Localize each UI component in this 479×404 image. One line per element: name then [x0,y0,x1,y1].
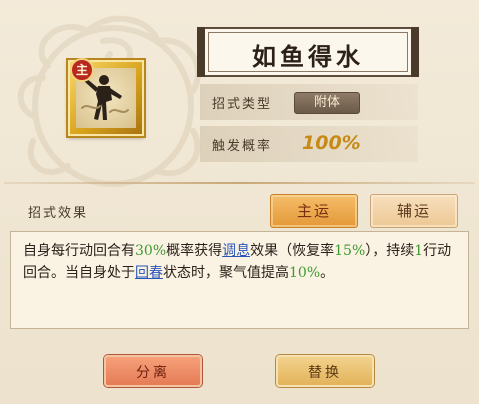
desc-text-3: 效果（恢复率 [250,243,335,259]
section-divider [4,182,475,184]
desc-text-6: 状态时，聚气值提高 [163,265,289,281]
desc-link-huichun[interactable]: 回春 [135,265,163,281]
skill-title-frame: 如鱼得水 [197,27,419,77]
skill-type-badge: 附体 [294,92,360,114]
desc-text-2: 概率获得 [166,243,223,259]
desc-text-1: 自身每行动回合有 [23,243,135,259]
desc-value-duration: 1 [414,243,424,259]
skill-type-row: 招式类型 附体 [200,84,418,120]
desc-link-tiaoxi[interactable]: 调息 [222,243,250,259]
skill-type-label: 招式类型 [212,97,273,112]
desc-value-chance: 30% [135,243,167,259]
skill-effects-label: 招式效果 [28,206,89,221]
desc-text-7: 。 [320,265,335,281]
desc-value-qi: 10% [289,265,321,281]
skill-title: 如鱼得水 [252,42,364,71]
skill-detail-panel: 主 如鱼得水 招式类型 附体 触发概率 100% 招式效果 主运 辅运 自身每行… [0,0,479,404]
replace-button[interactable]: 替换 [276,355,374,387]
tab-aux-mode[interactable]: 辅运 [370,194,458,228]
split-button[interactable]: 分离 [104,355,202,387]
desc-text-4: ），持续 [365,243,415,259]
trigger-rate-label: 触发概率 [212,139,273,154]
skill-description-box: 自身每行动回合有30%概率获得调息效果（恢复率15%），持续1行动回合。当自身处… [10,231,469,329]
main-skill-badge: 主 [70,58,94,82]
desc-value-recovery: 15% [334,243,366,259]
skill-description: 自身每行动回合有30%概率获得调息效果（恢复率15%），持续1行动回合。当自身处… [23,240,459,284]
trigger-rate-value: 100% [302,132,361,154]
tab-main-mode[interactable]: 主运 [270,194,358,228]
trigger-rate-row: 触发概率 100% [200,126,418,162]
